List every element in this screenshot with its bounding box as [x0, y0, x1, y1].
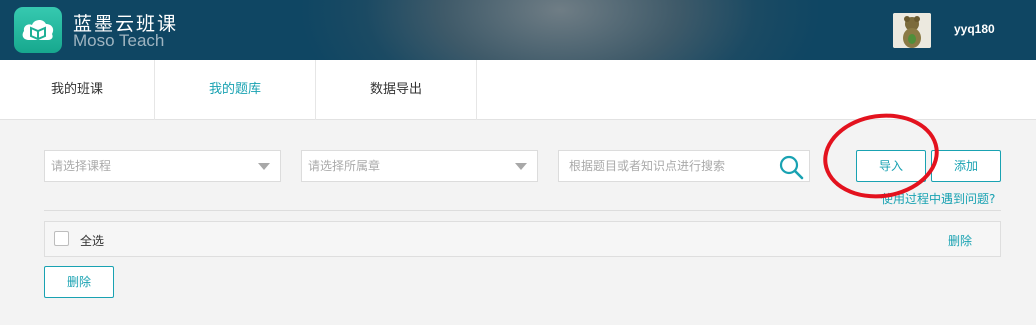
username[interactable]: yyq180 — [954, 22, 995, 36]
chapter-select-placeholder: 请选择所属章 — [308, 159, 381, 173]
delete-link[interactable]: 删除 — [948, 232, 972, 249]
course-select-placeholder: 请选择课程 — [51, 159, 112, 173]
app-header: 蓝墨云班课 Moso Teach yyq180 — [0, 0, 1036, 60]
tab-question-bank[interactable]: 我的题库 — [155, 60, 316, 120]
select-all-bar: 全选 删除 — [44, 221, 1001, 257]
user-avatar[interactable] — [893, 13, 931, 48]
add-button[interactable]: 添加 — [931, 150, 1001, 182]
search-icon[interactable] — [777, 153, 805, 181]
tab-my-classes[interactable]: 我的班课 — [0, 60, 155, 120]
select-all-label: 全选 — [80, 234, 105, 248]
search-box — [558, 150, 810, 182]
chapter-select[interactable]: 请选择所属章 — [301, 150, 538, 182]
main-nav: 我的班课 我的题库 数据导出 — [0, 60, 1036, 120]
cloud-book-icon[interactable] — [14, 7, 62, 53]
chevron-down-icon — [258, 163, 270, 170]
select-all-checkbox[interactable] — [54, 231, 69, 246]
delete-button[interactable]: 删除 — [44, 266, 114, 298]
brand-subtitle: Moso Teach — [73, 31, 165, 50]
search-input[interactable] — [559, 151, 773, 181]
chevron-down-icon — [515, 163, 527, 170]
course-select[interactable]: 请选择课程 — [44, 150, 281, 182]
divider — [44, 210, 1001, 211]
tab-data-export[interactable]: 数据导出 — [316, 60, 477, 120]
